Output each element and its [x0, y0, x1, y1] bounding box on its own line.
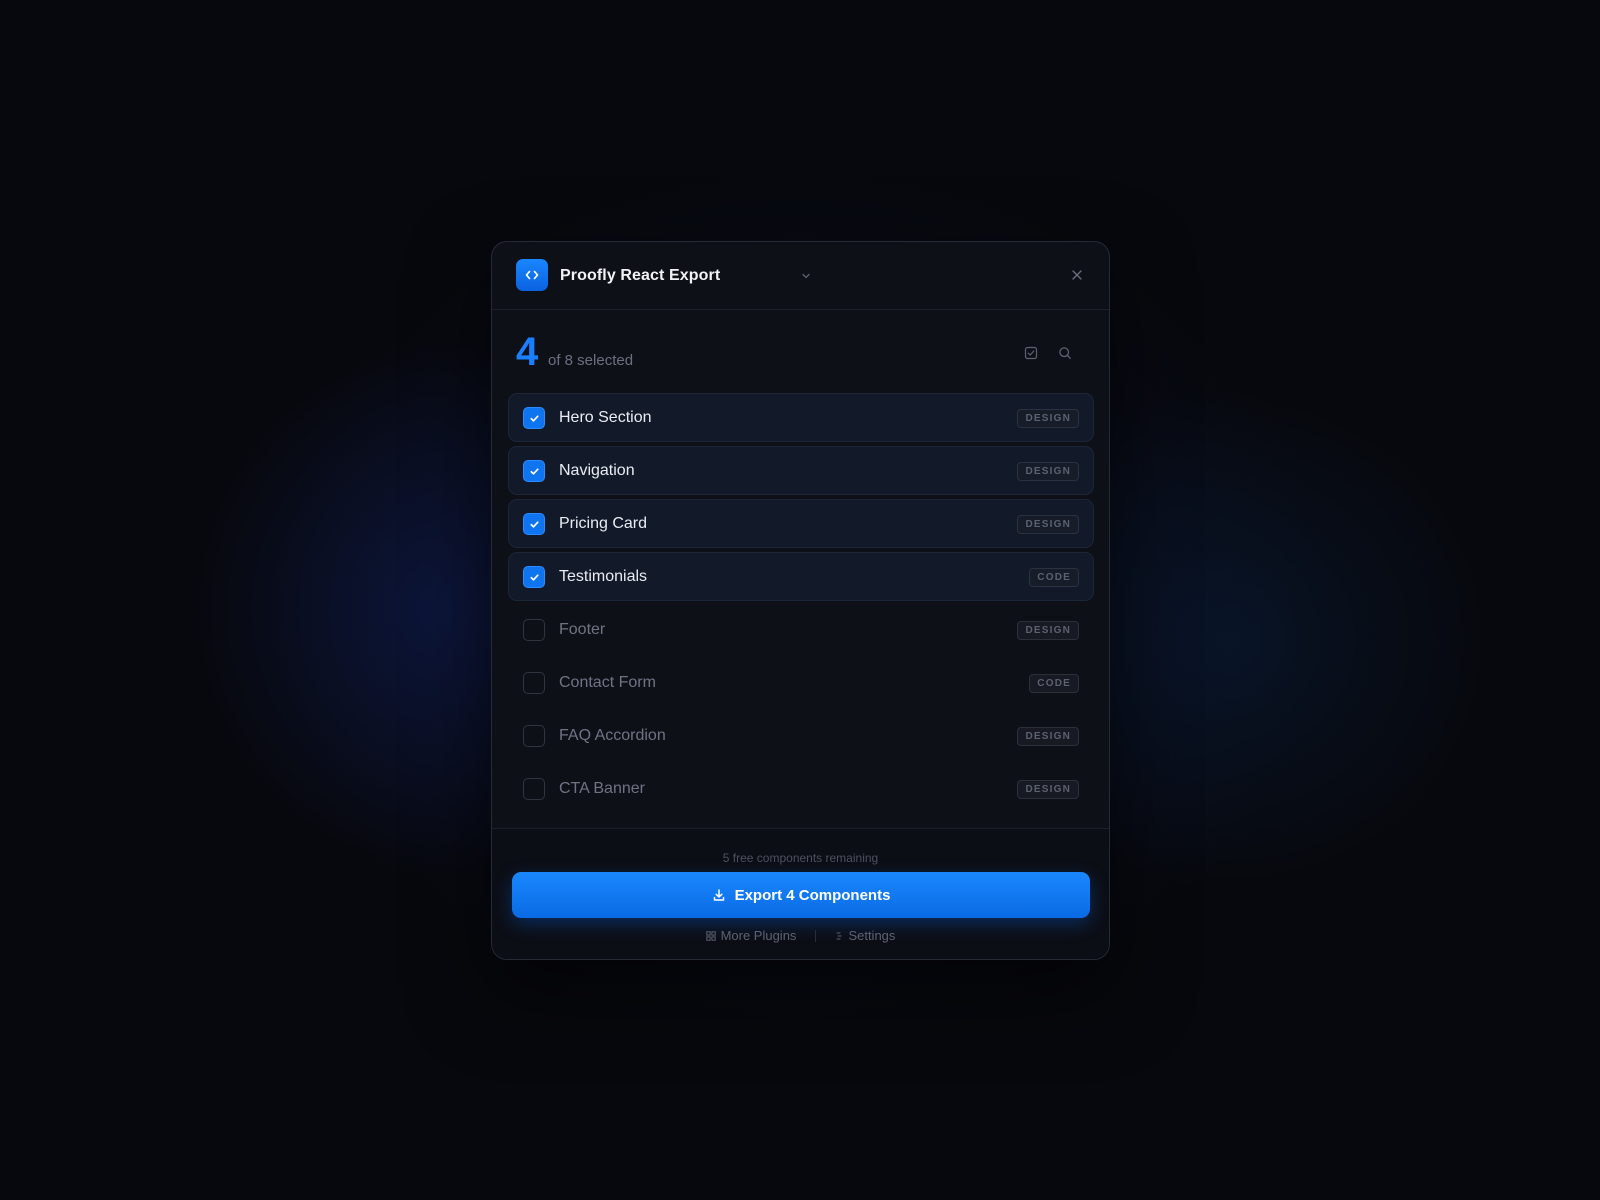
panel-footer: 5 free components remaining Export 4 Com…: [492, 828, 1109, 959]
component-row[interactable]: FAQ Accordion DESIGN: [508, 711, 1094, 760]
code-icon: [516, 259, 548, 291]
more-plugins-link[interactable]: More Plugins: [705, 928, 797, 943]
component-row[interactable]: Pricing Card DESIGN: [508, 499, 1094, 548]
component-type-badge: DESIGN: [1017, 515, 1079, 534]
component-type-badge: CODE: [1029, 674, 1079, 693]
check-icon: [529, 414, 539, 422]
component-type-badge: DESIGN: [1017, 727, 1079, 746]
search-icon[interactable]: [1053, 341, 1077, 365]
settings-label: Settings: [848, 928, 896, 943]
component-name: Footer: [559, 621, 606, 638]
export-panel: Proofly React Export 4 of 8 selected Her…: [491, 241, 1110, 960]
more-plugins-label: More Plugins: [720, 928, 797, 943]
close-icon[interactable]: [1070, 268, 1084, 282]
component-name: Pricing Card: [559, 515, 648, 532]
panel-header: Proofly React Export: [492, 242, 1109, 310]
export-button-label: Export 4 Components: [734, 886, 891, 904]
footer-divider: [815, 929, 817, 942]
component-checkbox[interactable]: [523, 778, 545, 800]
component-checkbox[interactable]: [523, 725, 545, 747]
select-all-icon[interactable]: [1019, 341, 1043, 365]
component-row[interactable]: Testimonials CODE: [508, 552, 1094, 601]
download-icon: [712, 888, 726, 902]
component-row[interactable]: Footer DESIGN: [508, 605, 1094, 654]
component-name: Navigation: [559, 462, 635, 479]
selected-count: 4: [516, 330, 539, 374]
chevron-down-icon[interactable]: [800, 269, 812, 281]
component-row[interactable]: Contact Form CODE: [508, 658, 1094, 707]
plugin-title: Proofly React Export: [560, 267, 721, 284]
component-name: CTA Banner: [559, 780, 645, 797]
check-icon: [529, 573, 539, 581]
component-name: Testimonials: [559, 568, 648, 585]
check-icon: [529, 467, 539, 475]
component-type-badge: DESIGN: [1017, 780, 1079, 799]
component-name: Hero Section: [559, 409, 652, 426]
check-icon: [529, 520, 539, 528]
footer-links: More Plugins Settings: [492, 928, 1109, 943]
free-remaining-text: 5 free components remaining: [722, 851, 879, 865]
settings-icon: [835, 931, 843, 941]
selection-summary: 4 of 8 selected: [516, 330, 1086, 374]
component-checkbox[interactable]: [523, 407, 545, 429]
component-row[interactable]: CTA Banner DESIGN: [508, 764, 1094, 813]
component-row[interactable]: Hero Section DESIGN: [508, 393, 1094, 442]
component-checkbox[interactable]: [523, 672, 545, 694]
component-checkbox[interactable]: [523, 460, 545, 482]
component-type-badge: CODE: [1029, 568, 1079, 587]
component-type-badge: DESIGN: [1017, 409, 1079, 428]
component-name: Contact Form: [559, 674, 656, 691]
component-type-badge: DESIGN: [1017, 621, 1079, 640]
settings-link[interactable]: Settings: [835, 928, 895, 943]
component-checkbox[interactable]: [523, 513, 545, 535]
component-name: FAQ Accordion: [559, 727, 666, 744]
component-type-badge: DESIGN: [1017, 462, 1079, 481]
selected-of-total: of 8 selected: [548, 352, 634, 369]
export-button[interactable]: Export 4 Components: [512, 872, 1090, 918]
grid-icon: [705, 930, 716, 941]
component-checkbox[interactable]: [523, 619, 545, 641]
component-list: Hero Section DESIGN Navigation DESIGN Pricin…: [508, 393, 1094, 817]
component-row[interactable]: Navigation DESIGN: [508, 446, 1094, 495]
component-checkbox[interactable]: [523, 566, 545, 588]
